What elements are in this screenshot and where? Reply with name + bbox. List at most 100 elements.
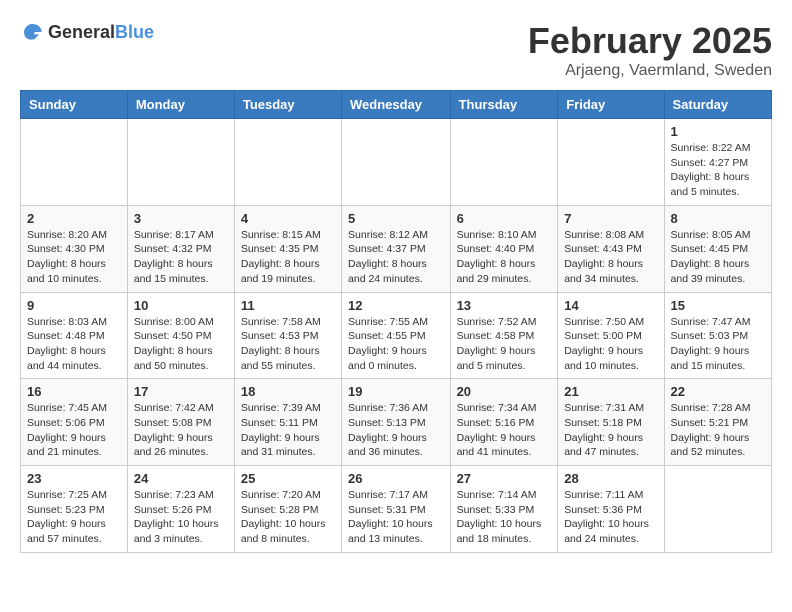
- calendar-cell: 22 Sunrise: 7:28 AM Sunset: 5:21 PM Dayli…: [664, 379, 771, 466]
- day-info: Sunrise: 7:11 AM Sunset: 5:36 PM Dayligh…: [564, 488, 657, 547]
- calendar-cell: 9 Sunrise: 8:03 AM Sunset: 4:48 PM Daylig…: [21, 292, 128, 379]
- day-info: Sunrise: 8:00 AM Sunset: 4:50 PM Dayligh…: [134, 315, 228, 374]
- logo-icon: [20, 20, 44, 44]
- header: GeneralBlue February 2025 Arjaeng, Vaerm…: [20, 20, 772, 80]
- day-number: 16: [27, 384, 121, 399]
- day-number: 11: [241, 298, 335, 313]
- calendar-cell: [342, 119, 451, 206]
- calendar-cell: 7 Sunrise: 8:08 AM Sunset: 4:43 PM Daylig…: [558, 205, 664, 292]
- calendar-cell: 20 Sunrise: 7:34 AM Sunset: 5:16 PM Dayli…: [450, 379, 558, 466]
- calendar-cell: 25 Sunrise: 7:20 AM Sunset: 5:28 PM Dayli…: [234, 466, 341, 553]
- day-number: 25: [241, 471, 335, 486]
- calendar-cell: 15Sunrise: 7:47 AM Sunset: 5:03 PM Dayli…: [664, 292, 771, 379]
- day-header-saturday: Saturday: [664, 91, 771, 119]
- day-number: 19: [348, 384, 444, 399]
- day-info: Sunrise: 7:42 AM Sunset: 5:08 PM Dayligh…: [134, 401, 228, 460]
- calendar-cell: 4Sunrise: 8:15 AM Sunset: 4:35 PM Daylig…: [234, 205, 341, 292]
- day-number: 1: [671, 124, 765, 139]
- calendar-title: February 2025: [528, 20, 772, 62]
- title-section: February 2025 Arjaeng, Vaermland, Sweden: [528, 20, 772, 80]
- calendar-subtitle: Arjaeng, Vaermland, Sweden: [528, 62, 772, 80]
- calendar-cell: [127, 119, 234, 206]
- day-header-friday: Friday: [558, 91, 664, 119]
- day-header-monday: Monday: [127, 91, 234, 119]
- logo-general: General: [48, 22, 115, 42]
- calendar-cell: 14 Sunrise: 7:50 AM Sunset: 5:00 PM Dayli…: [558, 292, 664, 379]
- day-number: 24: [134, 471, 228, 486]
- day-number: 2: [27, 211, 121, 226]
- calendar-cell: 2 Sunrise: 8:20 AM Sunset: 4:30 PM Daylig…: [21, 205, 128, 292]
- calendar-cell: 24 Sunrise: 7:23 AM Sunset: 5:26 PM Dayli…: [127, 466, 234, 553]
- calendar-cell: 26Sunrise: 7:17 AM Sunset: 5:31 PM Dayli…: [342, 466, 451, 553]
- calendar-week-row: 9 Sunrise: 8:03 AM Sunset: 4:48 PM Daylig…: [21, 292, 772, 379]
- calendar-cell: 5 Sunrise: 8:12 AM Sunset: 4:37 PM Daylig…: [342, 205, 451, 292]
- calendar-cell: 1 Sunrise: 8:22 AM Sunset: 4:27 PM Daylig…: [664, 119, 771, 206]
- day-info: Sunrise: 8:22 AM Sunset: 4:27 PM Dayligh…: [671, 141, 765, 200]
- calendar-cell: 8 Sunrise: 8:05 AM Sunset: 4:45 PM Daylig…: [664, 205, 771, 292]
- day-number: 6: [457, 211, 552, 226]
- day-number: 23: [27, 471, 121, 486]
- calendar-cell: 11 Sunrise: 7:58 AM Sunset: 4:53 PM Dayli…: [234, 292, 341, 379]
- day-number: 8: [671, 211, 765, 226]
- day-number: 20: [457, 384, 552, 399]
- day-header-wednesday: Wednesday: [342, 91, 451, 119]
- day-info: Sunrise: 7:20 AM Sunset: 5:28 PM Dayligh…: [241, 488, 335, 547]
- calendar-cell: [558, 119, 664, 206]
- calendar-cell: 23Sunrise: 7:25 AM Sunset: 5:23 PM Dayli…: [21, 466, 128, 553]
- day-info: Sunrise: 8:20 AM Sunset: 4:30 PM Dayligh…: [27, 228, 121, 287]
- day-info: Sunrise: 7:50 AM Sunset: 5:00 PM Dayligh…: [564, 315, 657, 374]
- calendar-header-row: SundayMondayTuesdayWednesdayThursdayFrid…: [21, 91, 772, 119]
- day-header-sunday: Sunday: [21, 91, 128, 119]
- calendar-cell: 17 Sunrise: 7:42 AM Sunset: 5:08 PM Dayli…: [127, 379, 234, 466]
- day-info: Sunrise: 7:58 AM Sunset: 4:53 PM Dayligh…: [241, 315, 335, 374]
- calendar-cell: 3Sunrise: 8:17 AM Sunset: 4:32 PM Daylig…: [127, 205, 234, 292]
- day-info: Sunrise: 8:12 AM Sunset: 4:37 PM Dayligh…: [348, 228, 444, 287]
- day-info: Sunrise: 8:05 AM Sunset: 4:45 PM Dayligh…: [671, 228, 765, 287]
- calendar-cell: 6 Sunrise: 8:10 AM Sunset: 4:40 PM Daylig…: [450, 205, 558, 292]
- day-info: Sunrise: 7:47 AM Sunset: 5:03 PM Dayligh…: [671, 315, 765, 374]
- day-info: Sunrise: 7:28 AM Sunset: 5:21 PM Dayligh…: [671, 401, 765, 460]
- calendar-table: SundayMondayTuesdayWednesdayThursdayFrid…: [20, 90, 772, 553]
- logo-text: GeneralBlue: [48, 22, 154, 43]
- calendar-week-row: 1 Sunrise: 8:22 AM Sunset: 4:27 PM Daylig…: [21, 119, 772, 206]
- day-info: Sunrise: 7:39 AM Sunset: 5:11 PM Dayligh…: [241, 401, 335, 460]
- day-number: 10: [134, 298, 228, 313]
- calendar-cell: 13Sunrise: 7:52 AM Sunset: 4:58 PM Dayli…: [450, 292, 558, 379]
- day-info: Sunrise: 7:14 AM Sunset: 5:33 PM Dayligh…: [457, 488, 552, 547]
- calendar-week-row: 2 Sunrise: 8:20 AM Sunset: 4:30 PM Daylig…: [21, 205, 772, 292]
- day-info: Sunrise: 8:03 AM Sunset: 4:48 PM Dayligh…: [27, 315, 121, 374]
- day-number: 21: [564, 384, 657, 399]
- day-header-thursday: Thursday: [450, 91, 558, 119]
- day-info: Sunrise: 8:10 AM Sunset: 4:40 PM Dayligh…: [457, 228, 552, 287]
- day-number: 7: [564, 211, 657, 226]
- calendar-cell: 12Sunrise: 7:55 AM Sunset: 4:55 PM Dayli…: [342, 292, 451, 379]
- day-info: Sunrise: 7:36 AM Sunset: 5:13 PM Dayligh…: [348, 401, 444, 460]
- day-number: 5: [348, 211, 444, 226]
- day-number: 17: [134, 384, 228, 399]
- calendar-cell: [234, 119, 341, 206]
- day-header-tuesday: Tuesday: [234, 91, 341, 119]
- calendar-week-row: 23Sunrise: 7:25 AM Sunset: 5:23 PM Dayli…: [21, 466, 772, 553]
- day-number: 14: [564, 298, 657, 313]
- day-info: Sunrise: 8:15 AM Sunset: 4:35 PM Dayligh…: [241, 228, 335, 287]
- day-number: 3: [134, 211, 228, 226]
- calendar-cell: [450, 119, 558, 206]
- day-number: 28: [564, 471, 657, 486]
- day-info: Sunrise: 7:23 AM Sunset: 5:26 PM Dayligh…: [134, 488, 228, 547]
- calendar-cell: [664, 466, 771, 553]
- calendar-cell: 28 Sunrise: 7:11 AM Sunset: 5:36 PM Dayli…: [558, 466, 664, 553]
- logo: GeneralBlue: [20, 20, 154, 44]
- day-info: Sunrise: 8:08 AM Sunset: 4:43 PM Dayligh…: [564, 228, 657, 287]
- day-number: 22: [671, 384, 765, 399]
- day-number: 18: [241, 384, 335, 399]
- day-info: Sunrise: 7:17 AM Sunset: 5:31 PM Dayligh…: [348, 488, 444, 547]
- calendar-cell: [21, 119, 128, 206]
- day-info: Sunrise: 7:34 AM Sunset: 5:16 PM Dayligh…: [457, 401, 552, 460]
- logo-blue: Blue: [115, 22, 154, 42]
- calendar-cell: 21 Sunrise: 7:31 AM Sunset: 5:18 PM Dayli…: [558, 379, 664, 466]
- day-info: Sunrise: 7:31 AM Sunset: 5:18 PM Dayligh…: [564, 401, 657, 460]
- calendar-cell: 19 Sunrise: 7:36 AM Sunset: 5:13 PM Dayli…: [342, 379, 451, 466]
- day-number: 27: [457, 471, 552, 486]
- day-number: 9: [27, 298, 121, 313]
- day-info: Sunrise: 7:55 AM Sunset: 4:55 PM Dayligh…: [348, 315, 444, 374]
